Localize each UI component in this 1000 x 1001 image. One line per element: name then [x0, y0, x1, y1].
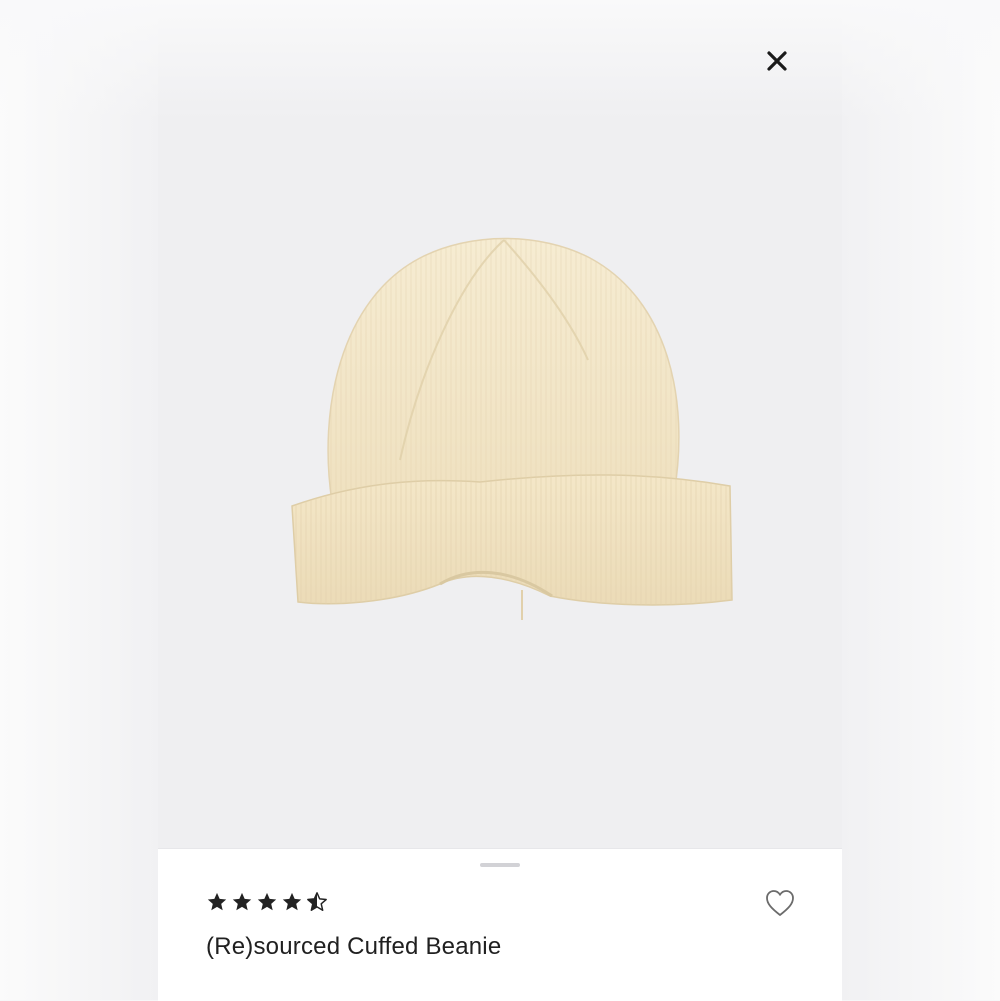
star-full-icon — [257, 892, 277, 911]
star-full-icon — [282, 892, 302, 911]
close-icon — [767, 51, 787, 71]
beanie-image — [291, 237, 733, 620]
star-full-icon — [232, 892, 252, 911]
star-full-icon — [207, 892, 227, 911]
star-half-icon — [307, 892, 327, 911]
top-strip — [0, 0, 1000, 120]
backdrop-left — [0, 0, 158, 1000]
wishlist-button[interactable] — [764, 887, 796, 919]
heart-outline-icon — [766, 890, 794, 916]
star-rating — [206, 891, 328, 913]
product-title[interactable]: (Re)sourced Cuffed Beanie — [206, 933, 501, 961]
product-info-sheet: (Re)sourced Cuffed Beanie — [158, 848, 842, 1001]
close-button[interactable] — [762, 46, 792, 76]
backdrop-right — [842, 0, 1000, 1000]
drag-handle[interactable] — [480, 863, 520, 867]
